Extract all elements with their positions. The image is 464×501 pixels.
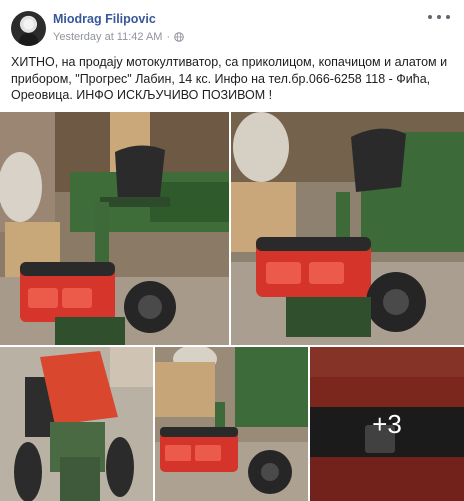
post-header: Miodrag Filipovic Yesterday at 11:42 AM … bbox=[0, 0, 464, 52]
more-photos-tile[interactable]: +3 bbox=[310, 347, 464, 501]
globe-icon[interactable] bbox=[174, 32, 184, 42]
tiller-photo-image bbox=[155, 347, 308, 501]
separator-dot: · bbox=[166, 31, 171, 43]
post-options-button[interactable] bbox=[428, 10, 450, 24]
tiller-photo-image bbox=[231, 112, 464, 345]
avatar[interactable] bbox=[11, 11, 46, 46]
post-timestamp[interactable]: Yesterday at 11:42 AM bbox=[53, 31, 162, 43]
tiller-photo-image bbox=[0, 112, 229, 345]
post-text: ХИТНО, на продају мотокултиватор, са при… bbox=[11, 55, 448, 102]
dot-icon bbox=[446, 15, 450, 19]
post-photo[interactable] bbox=[0, 112, 229, 345]
post-photo[interactable] bbox=[0, 347, 153, 501]
tiller-photo-image bbox=[0, 347, 153, 501]
author-name-link[interactable]: Miodrag Filipovic bbox=[53, 12, 156, 26]
dot-icon bbox=[437, 15, 441, 19]
dot-icon bbox=[428, 15, 432, 19]
post-photo[interactable] bbox=[231, 112, 464, 345]
more-photos-overlay[interactable]: +3 bbox=[310, 347, 464, 501]
post-meta: Yesterday at 11:42 AM · bbox=[53, 31, 184, 43]
post-photo[interactable] bbox=[155, 347, 308, 501]
